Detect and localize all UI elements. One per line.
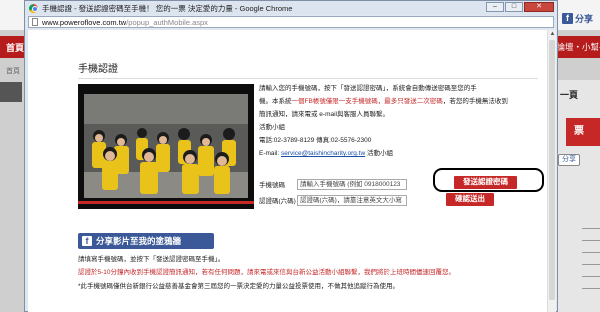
url-text[interactable]: www.poweroflove.com.tw/popup_authMobile.…	[42, 18, 208, 27]
background-facebook-share[interactable]: f 分享	[562, 12, 593, 25]
background-side-block	[0, 82, 22, 102]
instructions: 請輸入您的手機號碼，按下「發送認證密碼」，系統會自動傳送密碼至您的手 機。本系統…	[259, 82, 529, 160]
share-note: 請填寫手機號碼，並按下「發送認證密碼至手機」。	[78, 256, 225, 263]
instructions-line-3: 簡訊通知，請來電或 e-mail與客服人員聯繫。	[259, 111, 390, 118]
minimize-button[interactable]: –	[486, 2, 504, 12]
instructions-line-1: 請輸入您的手機號碼，按下「發送認證密碼」，系統會自動傳送密碼至您的手	[259, 85, 477, 92]
video-player[interactable]	[78, 84, 254, 209]
background-share-button[interactable]: 分享	[558, 154, 580, 166]
facebook-share-label: 分享影片至我的塗鴉牆	[96, 236, 182, 246]
limit-warning: 一個FB帳號僅限一支手機號碼，最多只發送二次密碼	[291, 98, 443, 105]
heading-divider	[78, 78, 538, 79]
background-breadcrumb[interactable]: 首頁	[6, 66, 20, 76]
background-page-label: 一頁	[560, 90, 579, 100]
close-button[interactable]: ✕	[524, 2, 554, 12]
facebook-icon: f	[562, 13, 573, 24]
facebook-share-button[interactable]: f 分享影片至我的塗鴉牆	[78, 233, 214, 249]
title-bar[interactable]: 手機認證 - 發送認證密碼至手機！ 您的一票 決定愛的力量 - Google C…	[25, 1, 557, 15]
background-right-lines	[582, 228, 600, 300]
address-bar[interactable]: www.poweroflove.com.tw/popup_authMobile.…	[28, 16, 554, 28]
highlight-circle	[433, 168, 544, 192]
window-controls: – □ ✕	[486, 2, 554, 12]
confirm-button[interactable]: 確認送出	[446, 193, 494, 206]
verification-note: 認證於5-10分鐘內收到手機認證簡訊通知，若有任何問題，請來電或來信與台新公益活…	[78, 269, 456, 276]
scroll-up-arrow-icon[interactable]: ▲	[548, 30, 556, 39]
code-label: 認證碼(六碼)	[259, 198, 296, 205]
code-row: 認證碼(六碼) 認證碼(六碼)，請靠注意英文大小寫	[259, 194, 407, 206]
scroll-thumb[interactable]	[549, 40, 555, 300]
email-link[interactable]: service@taishincharity.org.tw	[281, 150, 365, 157]
phone-row: 手機號碼 請輸入手機號碼 (例如 0918000123	[259, 178, 407, 190]
privacy-footnote: *此手機號碼僅供台新銀行公益慈善基金會第三屆您的一票決定愛的力量公益投票使用，不…	[78, 283, 400, 290]
background-facebook-label: 分享	[575, 14, 594, 24]
contact-phone: 電話:02-3789-8129 傳真:02-5576-2300	[259, 137, 372, 144]
contact-email: E-mail: service@taishincharity.org.tw 活動…	[259, 150, 393, 157]
chrome-icon	[29, 3, 38, 13]
phone-input[interactable]: 請輸入手機號碼 (例如 0918000123	[297, 178, 407, 190]
background-vote-button[interactable]: 票	[566, 118, 600, 146]
instructions-line-2: 機。本系統一個FB帳號僅限一支手機號碼，最多只發送二次密碼，若您的手機無法收到	[259, 98, 508, 105]
page-title: 手機認證	[78, 64, 118, 75]
scrollbar[interactable]: ▲	[547, 30, 556, 312]
video-frame-image	[78, 84, 254, 209]
phone-label: 手機號碼	[259, 182, 285, 189]
contact-name: 活動小組	[259, 124, 285, 131]
maximize-button[interactable]: □	[505, 2, 523, 12]
page-icon	[32, 18, 38, 26]
window-title: 手機認證 - 發送認證密碼至手機！ 您的一票 決定愛的力量 - Google C…	[42, 3, 293, 13]
page-content: 手機認證 請輸入您的手機號碼，按下「發送認證密碼」，系統會自動傳送密碼至您的手 …	[28, 30, 556, 312]
facebook-icon: f	[82, 236, 92, 246]
background-nav-home[interactable]: 首頁	[6, 41, 24, 54]
code-input[interactable]: 認證碼(六碼)，請靠注意英文大小寫	[297, 194, 407, 206]
popup-window: 手機認證 - 發送認證密碼至手機！ 您的一票 決定愛的力量 - Google C…	[24, 0, 558, 312]
